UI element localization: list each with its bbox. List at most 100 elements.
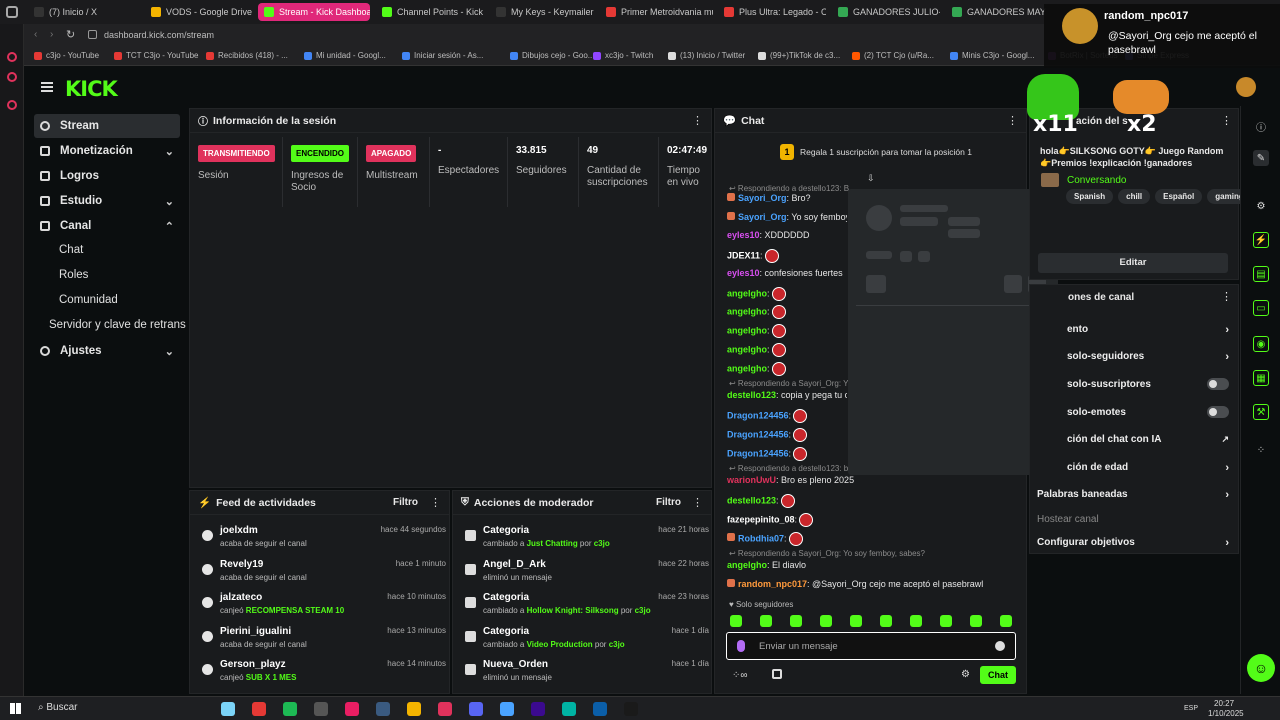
browser-tab[interactable]: (7) Inicio / X [28,3,138,21]
toggle-switch[interactable] [1207,406,1229,418]
kick-logo[interactable]: KICK [65,77,118,101]
chat-username[interactable]: angelgho [727,363,767,373]
activity-item[interactable]: jalzateco canjeó RECOMPENSA STEAM 10 hace … [198,592,446,626]
quick-emote-icon[interactable] [820,615,832,627]
bolt-icon[interactable]: ⚡ [1253,232,1269,248]
session-kebab-icon[interactable]: ⋮ [692,114,703,127]
chat-message[interactable]: Sayori_Org: Yo soy femboy [727,212,847,222]
chat-username[interactable]: eyles10 [727,268,760,278]
chat-message[interactable]: eyles10: confesiones fuertes [727,268,847,278]
chat-message[interactable]: Dragon124456: [727,447,847,461]
nav-canal-roles[interactable]: Roles [59,269,88,281]
edit-stream-button[interactable]: Editar [1038,253,1228,273]
nav-ajustes[interactable]: Ajustes ⌄ [34,339,180,363]
quick-emote-icon[interactable] [760,615,772,627]
chat-bubble-icon[interactable]: ▭ [1253,300,1269,316]
quick-emote-icon[interactable] [730,615,742,627]
edit-icon[interactable]: ✎ [1253,150,1269,166]
moderator-kebab-icon[interactable]: ⋮ [692,496,703,509]
chat-username[interactable]: Sayori_Org [738,212,787,222]
quick-emote-icon[interactable] [880,615,892,627]
chat-kebab-icon[interactable]: ⋮ [1007,114,1018,127]
back-icon[interactable]: ‹ [34,29,37,40]
activity-item[interactable]: Revely19 acaba de seguir el canal hace 1 m… [198,559,446,593]
bookmark-item[interactable]: (99+)TikTok de c3... [758,51,840,60]
moderator-item[interactable]: Categoria cambiado a Hollow Knight: Silks… [461,592,709,626]
app-icon[interactable] [252,702,266,716]
bookmark-item[interactable]: Dibujos cejo - Goo... [510,51,594,60]
bookmark-item[interactable]: (13) Inicio / Twitter [668,51,745,60]
channel-option-row[interactable]: Hostear canal [1037,514,1229,525]
nav-estudio[interactable]: Estudio ⌄ [34,189,180,213]
chat-username[interactable]: random_npc017 [738,579,807,589]
chat-message[interactable]: angelgho: [727,362,847,376]
photoshop-icon[interactable] [593,702,607,716]
taskbar-search[interactable]: ⌕ Buscar [38,702,78,713]
activity-item[interactable]: Pierini_igualini acaba de seguir el canal… [198,626,446,660]
quick-emote-icon[interactable] [970,615,982,627]
activity-item[interactable]: Gerson_playz canjeó SUB X 1 MES hace 14 mi… [198,659,446,693]
bookmark-item[interactable]: Mi unidad - Googl... [304,51,386,60]
browser-tab[interactable]: Plus Ultra: Legado - Off [718,3,826,21]
chat-message[interactable]: destello123: copia y pega tu cu [727,390,847,400]
url-text[interactable]: dashboard.kick.com/stream [104,30,214,40]
chat-input-box[interactable]: Enviar un mensaje [726,632,1016,660]
chat-message[interactable]: Dragon124456: [727,428,847,442]
chat-username[interactable]: destello123 [727,390,776,400]
browser-menu-icon[interactable] [6,6,18,18]
nav-canal-comunidad[interactable]: Comunidad [59,294,118,306]
premiere-icon[interactable] [531,702,545,716]
chat-message[interactable]: angelgho: [727,287,847,301]
browser-tab[interactable]: GANADORES MAYO/JU [946,3,1046,21]
windows-start-icon[interactable] [10,703,21,714]
mic-icon[interactable] [737,640,745,652]
rail-icon-3[interactable] [7,100,17,110]
nav-canal[interactable]: Canal ⌃ [34,214,180,238]
chat-message[interactable]: angelgho: [727,343,847,357]
channel-option-row[interactable]: ento › [1067,324,1229,336]
activity-filter-button[interactable]: Filtro [393,497,418,508]
rail-icon-1[interactable] [7,52,17,62]
quick-emote-icon[interactable] [910,615,922,627]
gift-icon[interactable] [772,669,782,679]
broadcast-icon[interactable]: ◉ [1253,336,1269,352]
chat-username[interactable]: Robdhia07 [738,533,784,543]
quick-emote-icon[interactable] [850,615,862,627]
points-icon[interactable]: ⁘∞ [732,670,748,681]
bookmark-item[interactable]: Iniciar sesión - As... [402,51,483,60]
reload-icon[interactable]: ↻ [66,28,75,41]
chat-username[interactable]: angelgho [727,560,767,570]
chat-message[interactable]: angelgho: El diavlo [727,560,1007,570]
profile-avatar[interactable] [1236,77,1256,97]
chat-message[interactable]: destello123: [727,494,1007,508]
channel-option-row[interactable]: Palabras baneadas › [1037,489,1229,501]
browser-tab[interactable]: Stream - Kick Dashboard [258,3,370,21]
chat-username[interactable]: angelgho [727,325,767,335]
app-icon[interactable] [314,702,328,716]
tag-chip[interactable]: Spanish [1066,189,1114,204]
chat-message[interactable]: angelgho: [727,305,847,319]
bookmark-item[interactable]: c3jo - YouTube [34,51,99,60]
nav-monetizacion[interactable]: Monetización ⌄ [34,139,180,163]
activity-item[interactable]: joelxdm acaba de seguir el canal hace 44 s… [198,525,446,559]
moderator-item[interactable]: Categoria cambiado a Just Chatting por c3… [461,525,709,559]
nav-server-key[interactable]: Servidor y clave de retrans [49,319,186,331]
bookmark-item[interactable]: Recibidos (418) - ... [206,51,288,60]
media-icon[interactable]: ▦ [1253,370,1269,386]
chat-username[interactable]: Dragon124456 [727,448,789,458]
chat-username[interactable]: warionUwU [727,475,776,485]
browser-tab[interactable]: VODS - Google Drive [145,3,253,21]
chat-message[interactable]: random_npc017: @Sayori_Org cejo me acept… [727,579,1007,589]
document-icon[interactable]: ▤ [1253,266,1269,282]
gear-icon[interactable]: ⚙ [1253,198,1269,214]
apps-icon[interactable]: ⁘ [1253,442,1269,458]
moderator-item[interactable]: Categoria cambiado a Video Production por… [461,626,709,660]
chat-username[interactable]: JDEX11 [727,250,760,260]
support-icon[interactable]: ☺ [1247,654,1275,682]
chat-username[interactable]: Dragon124456 [727,429,789,439]
browser-tab[interactable]: My Keys - Keymailer [490,3,595,21]
activity-kebab-icon[interactable]: ⋮ [430,496,441,509]
bookmark-item[interactable]: (2) TCT Cjo (u/Ra... [852,51,934,60]
chat-username[interactable]: angelgho [727,344,767,354]
pin-icon[interactable]: ⇩ [867,173,875,184]
